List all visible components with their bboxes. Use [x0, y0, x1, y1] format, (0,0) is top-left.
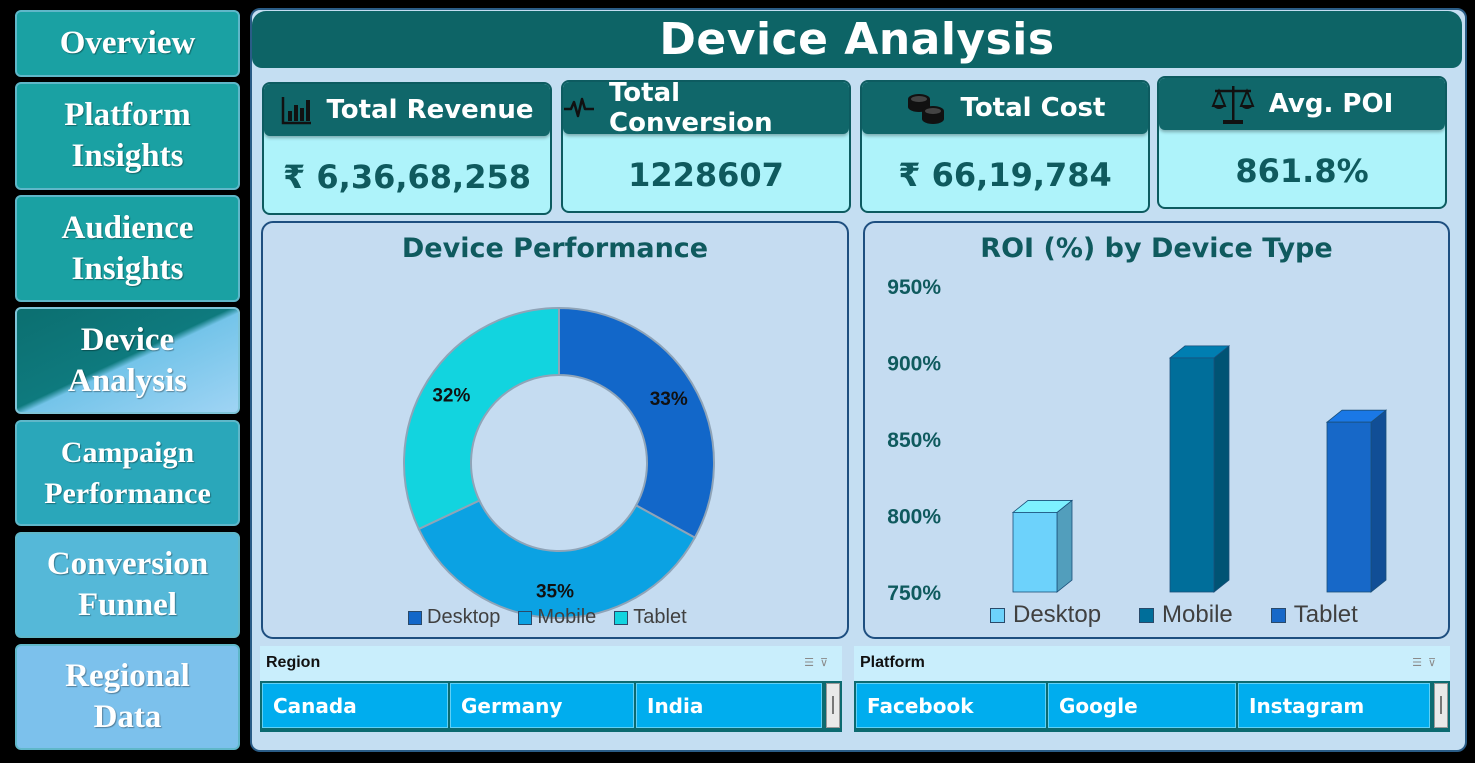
donut-slice-desktop: [558, 306, 715, 540]
legend-item-mobile: Mobile: [518, 606, 596, 629]
platform-slicer: Platform ☰⊽ Facebook Google Instagram: [854, 646, 1450, 732]
kpi-label: Total Cost: [960, 93, 1106, 123]
donut-label-desktop: 33%: [650, 389, 688, 410]
kpi-value: 861.8%: [1235, 152, 1369, 190]
nav-platform-insights-button[interactable]: Platform Insights: [15, 82, 240, 190]
kpi-total-cost: Total Cost ₹ 66,19,784: [860, 80, 1150, 213]
scales-icon: [1211, 86, 1255, 124]
y-tick-label: 850%: [887, 429, 941, 452]
slicer-scrollbar[interactable]: [1434, 683, 1448, 728]
kpi-label: Total Conversion: [609, 80, 773, 138]
slicer-option-facebook[interactable]: Facebook: [856, 683, 1046, 728]
slicer-title: Platform: [860, 654, 925, 671]
y-tick-label: 750%: [887, 582, 941, 605]
kpi-value: ₹ 66,19,784: [898, 156, 1112, 194]
kpi-label: Avg. POI: [1268, 89, 1394, 119]
roi-bar-chart: 950% 900% 850% 800% 750%: [887, 276, 1388, 605]
donut-label-mobile: 35%: [536, 581, 574, 602]
roi-by-device-panel: ROI (%) by Device Type 950% 900% 850% 800% 7…: [863, 221, 1450, 639]
clear-filter-icon[interactable]: ⊽: [1428, 657, 1442, 669]
legend-item-tablet: Tablet: [614, 606, 687, 629]
kpi-total-conversion: Total Conversion 1228607: [561, 80, 851, 213]
page-title: Device Analysis: [252, 11, 1462, 68]
legend-item-desktop: Desktop: [408, 606, 500, 629]
nav-regional-data-button[interactable]: Regional Data: [15, 644, 240, 750]
slicer-option-google[interactable]: Google: [1048, 683, 1236, 728]
slicer-option-instagram[interactable]: Instagram: [1238, 683, 1430, 728]
donut-legend: Desktop Mobile Tablet: [408, 606, 687, 629]
multi-select-icon[interactable]: ☰: [804, 657, 820, 669]
slicer-scrollbar[interactable]: [826, 683, 840, 728]
nav-device-analysis-button[interactable]: Device Analysis: [15, 307, 240, 414]
bar-desktop: [1011, 499, 1074, 593]
kpi-label: Total Revenue: [326, 95, 534, 125]
clear-filter-icon[interactable]: ⊽: [820, 657, 834, 669]
bar-tablet: [1325, 409, 1388, 593]
y-tick-label: 800%: [887, 506, 941, 529]
kpi-value: 1228607: [628, 156, 784, 194]
donut-label-tablet: 32%: [432, 386, 470, 407]
legend-item-tablet: Tablet: [1270, 601, 1358, 629]
slicer-option-india[interactable]: India: [636, 683, 822, 728]
bar-mobile: [1168, 345, 1231, 593]
slicer-option-canada[interactable]: Canada: [262, 683, 448, 728]
y-tick-label: 900%: [887, 353, 941, 376]
device-performance-donut: 33% 35% 32%: [403, 306, 715, 619]
coins-icon: [907, 94, 944, 124]
device-performance-panel: Device Performance 33% 35% 32% Desktop Mob…: [261, 221, 849, 639]
slicer-option-germany[interactable]: Germany: [450, 683, 634, 728]
kpi-total-revenue: Total Revenue ₹ 6,36,68,258: [262, 82, 552, 215]
y-tick-label: 950%: [887, 276, 941, 299]
legend-item-mobile: Mobile: [1139, 601, 1233, 629]
bar-chart-icon: [281, 97, 311, 125]
donut-slice-tablet: [403, 306, 560, 531]
kpi-value: ₹ 6,36,68,258: [283, 158, 531, 196]
pulse-icon: [564, 97, 594, 118]
nav-conversion-funnel-button[interactable]: Conversion Funnel: [15, 532, 240, 638]
nav-campaign-performance-button[interactable]: Campaign Performance: [15, 420, 240, 526]
slicer-title: Region: [266, 654, 321, 671]
kpi-avg-poi: Avg. POI 861.8%: [1157, 76, 1447, 209]
nav-overview-button[interactable]: Overview: [15, 10, 240, 77]
legend-item-desktop: Desktop: [990, 601, 1101, 629]
multi-select-icon[interactable]: ☰: [1412, 657, 1428, 669]
region-slicer: Region ☰⊽ Canada Germany India: [260, 646, 842, 732]
bar-legend: Desktop Mobile Tablet: [990, 601, 1358, 629]
nav-audience-insights-button[interactable]: Audience Insights: [15, 195, 240, 302]
